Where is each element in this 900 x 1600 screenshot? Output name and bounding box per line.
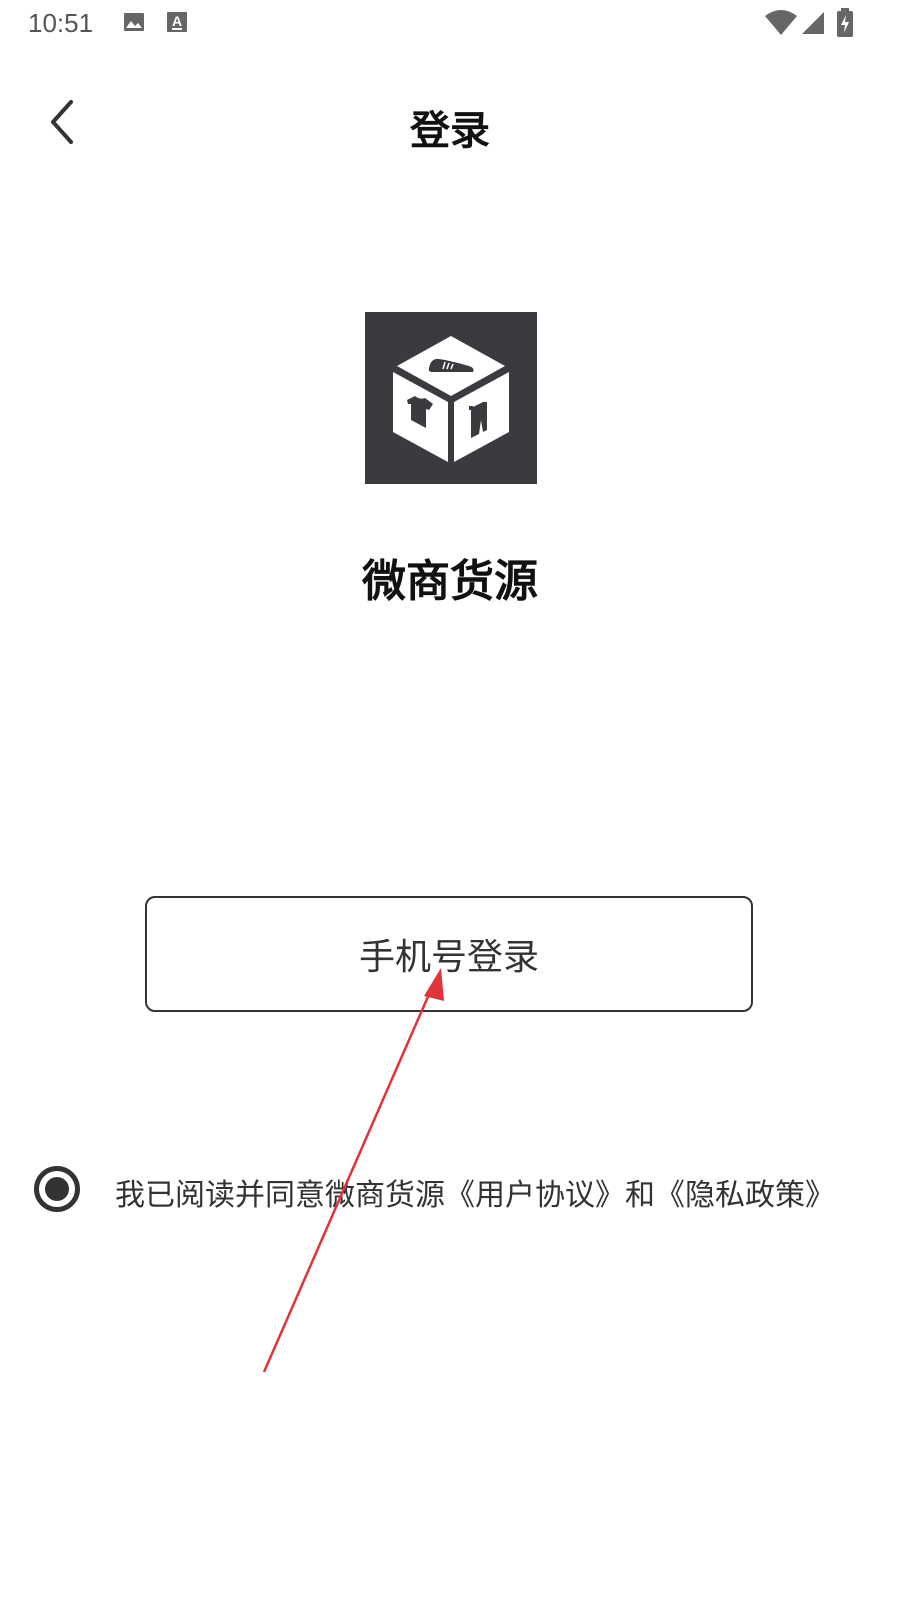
status-time: 10:51 [28, 8, 94, 38]
agreement-radio[interactable] [34, 1166, 80, 1212]
text-a-icon: A [166, 10, 188, 38]
annotation-arrow-icon [262, 968, 444, 1373]
privacy-policy-link[interactable]: 《隐私政策》 [655, 1178, 835, 1213]
wifi-icon [764, 10, 798, 40]
agreement-prefix: 我已阅读并同意微商货源 [115, 1178, 445, 1213]
agreement-conjunction: 和 [625, 1178, 655, 1213]
svg-text:A: A [172, 13, 182, 29]
phone-login-button[interactable]: 手机号登录 [145, 896, 753, 1012]
phone-login-label: 手机号登录 [358, 937, 539, 978]
image-icon [122, 10, 146, 38]
battery-charging-icon [836, 8, 854, 42]
radio-checked-dot [45, 1177, 69, 1201]
user-agreement-link[interactable]: 《用户协议》 [445, 1178, 625, 1213]
status-bar: 10:51 A [0, 0, 900, 50]
app-logo [365, 312, 537, 484]
agreement-text: 我已阅读并同意微商货源《用户协议》和《隐私政策》 [115, 1170, 835, 1214]
app-name: 微商货源 [362, 556, 538, 607]
signal-icon [800, 10, 826, 40]
page-title: 登录 [410, 108, 490, 154]
